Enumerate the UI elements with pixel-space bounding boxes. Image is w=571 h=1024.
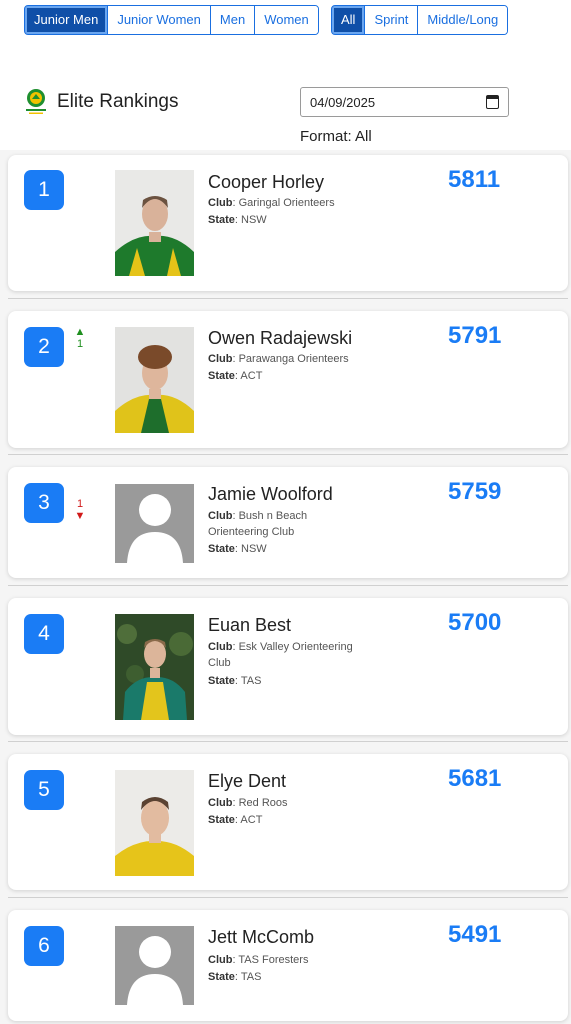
athlete-photo-placeholder <box>115 926 194 1005</box>
format-middle-long-button[interactable]: Middle/Long <box>417 6 508 34</box>
ranking-points: 5791 <box>448 322 502 349</box>
athlete-name[interactable]: Jamie Woolford <box>208 484 333 505</box>
ranking-points: 5491 <box>448 921 502 948</box>
state-value: TAS <box>240 675 262 687</box>
format-filter-group: All Sprint Middle/Long <box>331 5 509 35</box>
divider <box>8 741 568 742</box>
ranking-card[interactable]: 3 1 ▼ Jamie Woolford Club: Bush n Beach … <box>8 467 568 578</box>
divider <box>8 454 568 455</box>
athlete-state: State: NSW <box>208 543 267 555</box>
ranking-card[interactable]: 6 Jett McComb Club: TAS Foresters State:… <box>8 910 568 1021</box>
ranking-points: 5811 <box>448 166 501 193</box>
divider <box>8 897 568 898</box>
rank-badge: 1 <box>24 170 64 210</box>
state-value: NSW <box>241 214 267 226</box>
page-title: Elite Rankings <box>57 91 179 112</box>
athlete-photo <box>115 770 194 876</box>
club-label: Club <box>208 197 233 209</box>
club-value: Red Roos <box>238 797 288 809</box>
athlete-club: Club: Red Roos <box>208 797 288 809</box>
club-label: Club <box>208 797 233 809</box>
club-value: Parawanga Orienteers <box>238 353 349 365</box>
rank-down-icon: ▼ <box>74 510 86 522</box>
athlete-state: State: ACT <box>208 370 263 382</box>
state-value: NSW <box>241 543 267 555</box>
athlete-state: State: TAS <box>208 971 262 983</box>
club-label: Club <box>208 641 233 653</box>
athlete-club: Club: Garingal Orienteers <box>208 197 335 209</box>
athlete-photo <box>115 170 194 276</box>
ranking-points: 5681 <box>448 765 502 792</box>
calendar-icon[interactable] <box>486 95 499 109</box>
state-value: ACT <box>240 814 263 826</box>
rank-badge: 6 <box>24 926 64 966</box>
divider <box>8 298 568 299</box>
rank-badge: 3 <box>24 483 64 523</box>
athlete-state: State: NSW <box>208 214 267 226</box>
ranking-card[interactable]: 4 Euan Best Club: Esk Valley Orienteerin… <box>8 598 568 735</box>
athlete-state: State: ACT <box>208 814 263 826</box>
filter-junior-men-button[interactable]: Junior Men <box>25 6 108 34</box>
athlete-name[interactable]: Owen Radajewski <box>208 328 352 349</box>
date-input[interactable]: 04/09/2025 <box>300 87 509 117</box>
rank-change-amount: 1 <box>76 498 84 510</box>
divider <box>8 585 568 586</box>
rank-badge: 5 <box>24 770 64 810</box>
state-label: State <box>208 370 235 382</box>
ranking-points: 5700 <box>448 609 502 636</box>
rank-badge: 2 <box>24 327 64 367</box>
state-value: TAS <box>240 971 262 983</box>
state-label: State <box>208 543 235 555</box>
format-all-button[interactable]: All <box>332 6 365 34</box>
state-label: State <box>208 214 235 226</box>
club-label: Club <box>208 510 233 522</box>
athlete-club: Club: TAS Foresters <box>208 954 309 966</box>
orienteering-logo-icon <box>26 89 46 114</box>
state-label: State <box>208 814 235 826</box>
ranking-points: 5759 <box>448 478 502 505</box>
athlete-photo <box>115 614 194 720</box>
filter-men-button[interactable]: Men <box>209 6 255 34</box>
date-value: 04/09/2025 <box>310 95 376 110</box>
athlete-club: Club: Parawanga Orienteers <box>208 353 349 365</box>
club-label: Club <box>208 353 233 365</box>
filter-women-button[interactable]: Women <box>254 6 318 34</box>
ranking-card[interactable]: 1 Cooper Horley Club: Garingal Orienteer… <box>8 155 568 291</box>
athlete-photo-placeholder <box>115 484 194 563</box>
athlete-photo <box>115 327 194 433</box>
rank-up-icon: ▲ <box>74 326 86 338</box>
ranking-card[interactable]: 2 ▲ 1 Owen Radajewski Club: Parawanga Or… <box>8 311 568 448</box>
state-label: State <box>208 971 235 983</box>
state-value: ACT <box>240 370 263 382</box>
club-label: Club <box>208 954 233 966</box>
club-value: Garingal Orienteers <box>238 197 335 209</box>
athlete-name[interactable]: Jett McComb <box>208 927 314 948</box>
state-label: State <box>208 675 235 687</box>
athlete-name[interactable]: Cooper Horley <box>208 172 324 193</box>
category-filter-group: Junior Men Junior Women Men Women <box>24 5 319 35</box>
format-label: Format: All <box>300 128 372 145</box>
athlete-club: Club: Esk Valley Orienteering Club <box>208 641 353 669</box>
athlete-club: Club: Bush n Beach Orienteering Club <box>208 510 308 538</box>
athlete-name[interactable]: Euan Best <box>208 615 291 636</box>
rank-badge: 4 <box>24 614 64 654</box>
filter-junior-women-button[interactable]: Junior Women <box>107 6 210 34</box>
rank-change-amount: 1 <box>76 338 84 350</box>
athlete-name[interactable]: Elye Dent <box>208 771 286 792</box>
ranking-card[interactable]: 5 Elye Dent Club: Red Roos State: ACT 56… <box>8 754 568 890</box>
format-sprint-button[interactable]: Sprint <box>364 6 418 34</box>
club-value: TAS Foresters <box>238 954 309 966</box>
athlete-state: State: TAS <box>208 675 262 687</box>
